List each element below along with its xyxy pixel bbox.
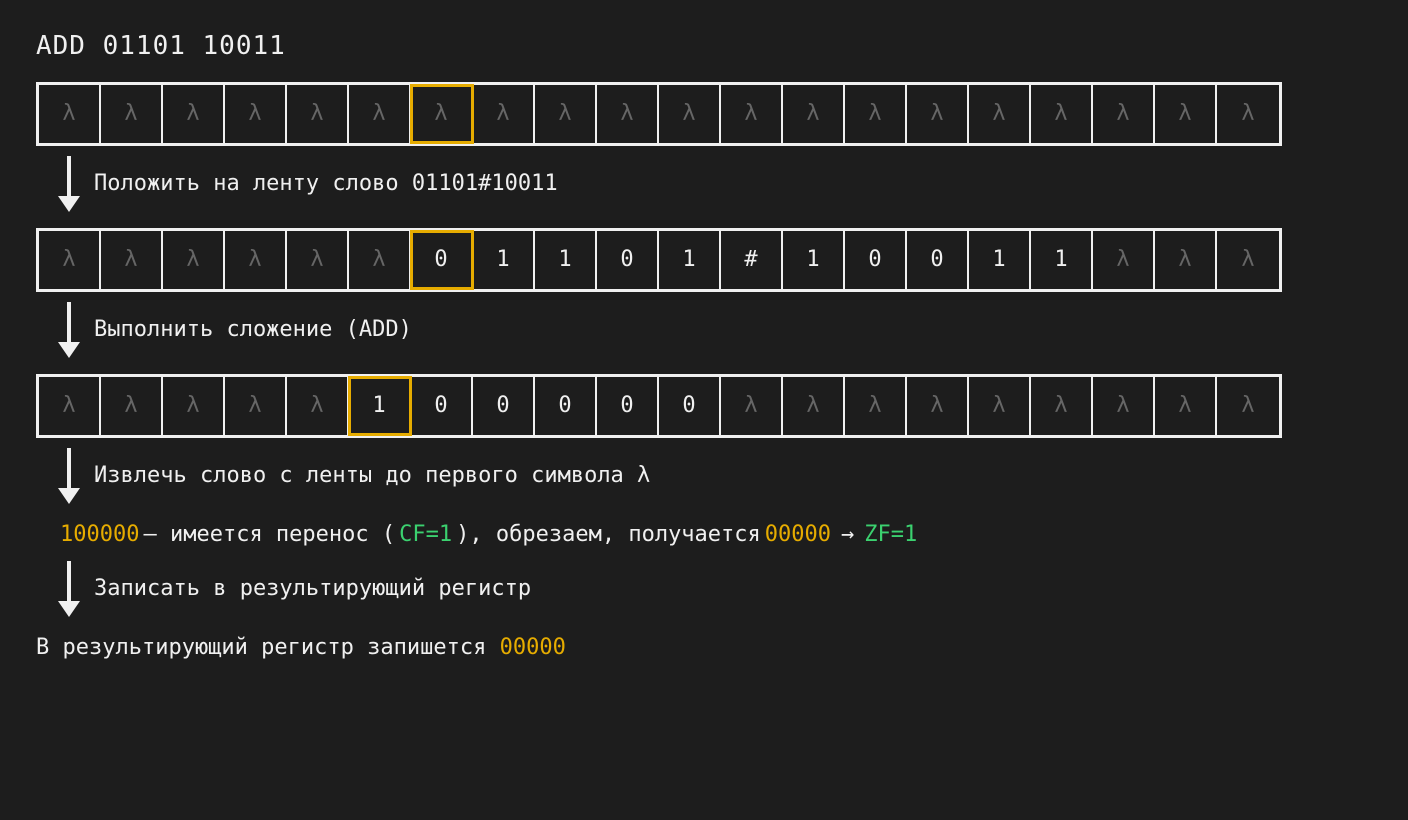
tape-cell: λ xyxy=(473,85,535,143)
tape-cell: λ xyxy=(101,231,163,289)
tape-cell: # xyxy=(721,231,783,289)
step-label: Записать в результирующий регистр xyxy=(94,574,531,605)
tape-cell: λ xyxy=(783,377,845,435)
raw-word: 100000 xyxy=(60,520,139,551)
tape-cell: λ xyxy=(1217,231,1279,289)
tape-cell: 1 xyxy=(473,231,535,289)
tape-cell: 1 xyxy=(783,231,845,289)
tape-cell: λ xyxy=(39,377,101,435)
tape-cell: 0 xyxy=(535,377,597,435)
tape-cell: λ xyxy=(349,85,411,143)
down-arrow-icon xyxy=(60,156,78,212)
down-arrow-icon xyxy=(60,448,78,504)
tape-cell: λ xyxy=(1155,377,1217,435)
tape-cell: 1 xyxy=(659,231,721,289)
tape-cell: λ xyxy=(411,85,473,143)
tape-cell: λ xyxy=(845,85,907,143)
tape-cell: λ xyxy=(1217,85,1279,143)
tape-cell: λ xyxy=(907,85,969,143)
tape-cell: λ xyxy=(225,85,287,143)
tape-cell: λ xyxy=(101,85,163,143)
tape-cell: λ xyxy=(1031,85,1093,143)
step-label: Извлечь слово с ленты до первого символа… xyxy=(94,461,650,492)
tape-cell: λ xyxy=(287,377,349,435)
tape-1: λλλλλλ01101#10011λλλ xyxy=(36,228,1282,292)
tape-cell: λ xyxy=(721,377,783,435)
tape-cell: λ xyxy=(1093,85,1155,143)
final-value: 00000 xyxy=(500,635,566,660)
tape-cell: 0 xyxy=(411,231,473,289)
tape-cell: 1 xyxy=(535,231,597,289)
tape-2: λλλλλ100000λλλλλλλλλ xyxy=(36,374,1282,438)
carry-result-line: 100000 — имеется перенос (CF=1), обрезае… xyxy=(60,520,1372,551)
tape-cell: 1 xyxy=(349,377,411,435)
tape-cell: λ xyxy=(1093,231,1155,289)
text: ), обрезаем, получается xyxy=(456,520,761,551)
tape-cell: λ xyxy=(721,85,783,143)
tape-cell: 0 xyxy=(597,377,659,435)
tape-cell: λ xyxy=(1031,377,1093,435)
tape-cell: λ xyxy=(163,85,225,143)
tape-cell: λ xyxy=(101,377,163,435)
step-row-2: Извлечь слово с ленты до первого символа… xyxy=(60,448,1372,504)
tape-cell: λ xyxy=(1217,377,1279,435)
tape-cell: 0 xyxy=(411,377,473,435)
tape-cell: 1 xyxy=(1031,231,1093,289)
tape-cell: λ xyxy=(225,231,287,289)
zf-flag: ZF=1 xyxy=(864,520,917,551)
right-arrow-icon: → xyxy=(841,520,854,551)
tape-cell: 0 xyxy=(473,377,535,435)
tape-cell: 0 xyxy=(597,231,659,289)
tape-cell: λ xyxy=(163,377,225,435)
tape-cell: λ xyxy=(969,85,1031,143)
tape-cell: λ xyxy=(659,85,721,143)
tape-0: λλλλλλλλλλλλλλλλλλλλ xyxy=(36,82,1282,146)
tape-cell: λ xyxy=(163,231,225,289)
final-prefix: В результирующий регистр запишется xyxy=(36,635,500,660)
tape-cell: 1 xyxy=(969,231,1031,289)
turing-machine-diagram: λλλλλλλλλλλλλλλλλλλλПоложить на ленту сл… xyxy=(36,82,1372,664)
tape-cell: λ xyxy=(225,377,287,435)
trimmed-word: 00000 xyxy=(765,520,831,551)
down-arrow-icon xyxy=(60,302,78,358)
tape-cell: λ xyxy=(845,377,907,435)
tape-cell: 0 xyxy=(659,377,721,435)
tape-cell: λ xyxy=(287,231,349,289)
tape-cell: λ xyxy=(535,85,597,143)
tape-cell: 0 xyxy=(845,231,907,289)
step-row-0: Положить на ленту слово 01101#10011 xyxy=(60,156,1372,212)
step-row-1: Выполнить сложение (ADD) xyxy=(60,302,1372,358)
step-label: Положить на ленту слово 01101#10011 xyxy=(94,169,558,200)
tape-cell: λ xyxy=(907,377,969,435)
tape-cell: λ xyxy=(1155,231,1217,289)
instruction-title: ADD 01101 10011 xyxy=(36,28,1372,64)
tape-cell: λ xyxy=(287,85,349,143)
tape-cell: 0 xyxy=(907,231,969,289)
tape-cell: λ xyxy=(39,231,101,289)
tape-cell: λ xyxy=(39,85,101,143)
tape-cell: λ xyxy=(349,231,411,289)
tape-cell: λ xyxy=(1155,85,1217,143)
tape-cell: λ xyxy=(597,85,659,143)
final-result-line: В результирующий регистр запишется 00000 xyxy=(36,633,1372,664)
tape-cell: λ xyxy=(783,85,845,143)
tape-cell: λ xyxy=(1093,377,1155,435)
step-row-3: Записать в результирующий регистр xyxy=(60,561,1372,617)
down-arrow-icon xyxy=(60,561,78,617)
cf-flag: CF=1 xyxy=(399,520,452,551)
tape-cell: λ xyxy=(969,377,1031,435)
text: — имеется перенос ( xyxy=(143,520,395,551)
step-label: Выполнить сложение (ADD) xyxy=(94,315,412,346)
